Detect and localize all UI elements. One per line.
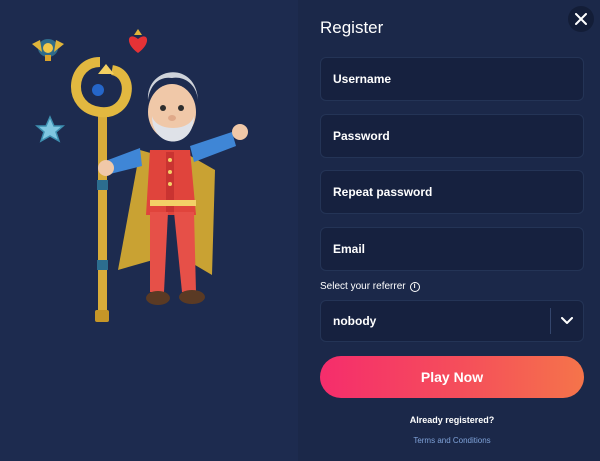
- register-title: Register: [320, 18, 384, 37]
- referrer-selected-value: nobody: [333, 314, 377, 328]
- close-icon: [575, 13, 587, 25]
- scarab-amulet: [32, 39, 64, 61]
- password-field-wrapper: [320, 114, 584, 158]
- email-field-wrapper: [320, 227, 584, 271]
- chevron-down-icon[interactable]: [551, 301, 583, 341]
- username-field-wrapper: [320, 57, 584, 101]
- info-icon[interactable]: i: [409, 281, 420, 292]
- already-registered-link[interactable]: Already registered?: [320, 415, 584, 425]
- terms-and-conditions-link[interactable]: Terms and Conditions: [320, 436, 584, 445]
- referrer-select[interactable]: nobody: [320, 300, 584, 342]
- referrer-label-text: Select your referrer: [320, 281, 406, 292]
- password-field[interactable]: [321, 115, 583, 157]
- play-now-button[interactable]: Play Now: [320, 356, 584, 398]
- register-form-panel: Register Select your referrer i nobody P…: [298, 0, 600, 461]
- heart-gem: [128, 29, 148, 53]
- wizard-character-illustration: [32, 29, 248, 322]
- character-illustration-panel: [0, 0, 298, 461]
- referrer-label: Select your referrer i: [320, 281, 420, 292]
- repeat-password-field[interactable]: [321, 171, 583, 213]
- username-field[interactable]: [321, 58, 583, 100]
- repeat-password-field-wrapper: [320, 170, 584, 214]
- golden-staff: [71, 57, 132, 322]
- star-gem: [34, 115, 66, 143]
- close-button[interactable]: [568, 6, 594, 32]
- email-field[interactable]: [321, 228, 583, 270]
